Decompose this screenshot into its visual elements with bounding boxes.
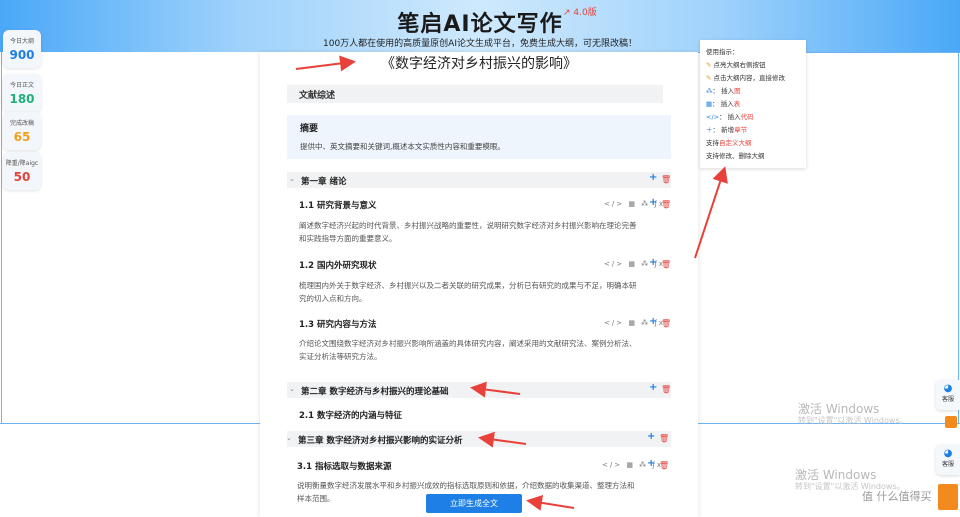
customer-service-widget[interactable]: ◕ 客服 [936, 380, 960, 410]
arrow-annotation [295, 55, 356, 72]
annotation-arrows [295, 55, 728, 511]
site-watermark: 值 什么值得买 [862, 490, 932, 503]
customer-service-widget[interactable]: ◕ 客服 [936, 445, 960, 475]
orange-badge[interactable] [938, 484, 958, 510]
arrow-annotation [478, 431, 527, 448]
arrow-annotation [470, 381, 521, 398]
activation-watermark-sub: 转到"设置"以激活 Windows。 [798, 416, 908, 425]
widget-label: 客服 [941, 396, 954, 403]
arrow-annotation [694, 166, 728, 259]
orange-badge[interactable] [945, 416, 957, 428]
service-icon: ◕ [943, 448, 953, 459]
arrow-annotation [526, 494, 575, 511]
service-icon: ◕ [943, 383, 953, 394]
widget-label: 客服 [941, 461, 954, 468]
